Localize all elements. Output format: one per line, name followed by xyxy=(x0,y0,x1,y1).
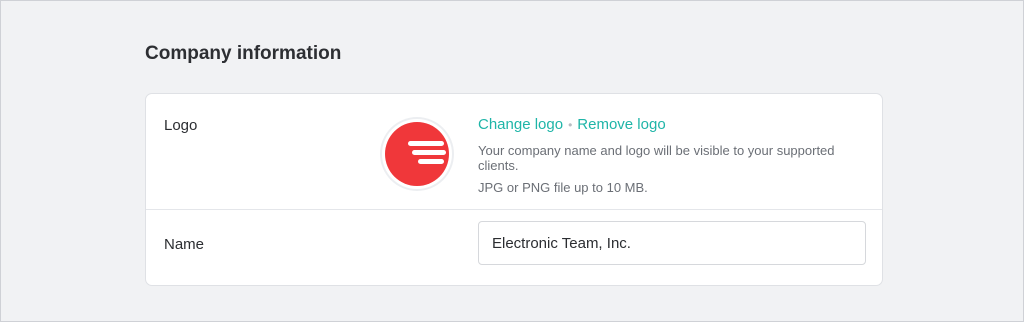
name-row: Name xyxy=(146,209,882,286)
logo-label: Logo xyxy=(164,117,198,134)
company-info-card: Logo Change logo • Remove logo Your compan… xyxy=(145,93,883,286)
logo-helper-text: Your company name and logo will be visib… xyxy=(478,143,835,173)
logo-actions: Change logo • Remove logo xyxy=(478,116,666,133)
company-logo-icon xyxy=(385,122,449,186)
logo-row: Logo Change logo • Remove logo Your compan… xyxy=(146,94,882,210)
name-label: Name xyxy=(164,236,205,253)
section-title: Company information xyxy=(145,43,342,64)
separator-dot: • xyxy=(568,118,573,132)
change-logo-link[interactable]: Change logo xyxy=(478,116,563,133)
company-name-input[interactable] xyxy=(478,221,866,265)
remove-logo-link[interactable]: Remove logo xyxy=(577,116,665,133)
company-logo xyxy=(382,119,452,189)
logo-file-hint: JPG or PNG file up to 10 MB. xyxy=(478,180,648,195)
